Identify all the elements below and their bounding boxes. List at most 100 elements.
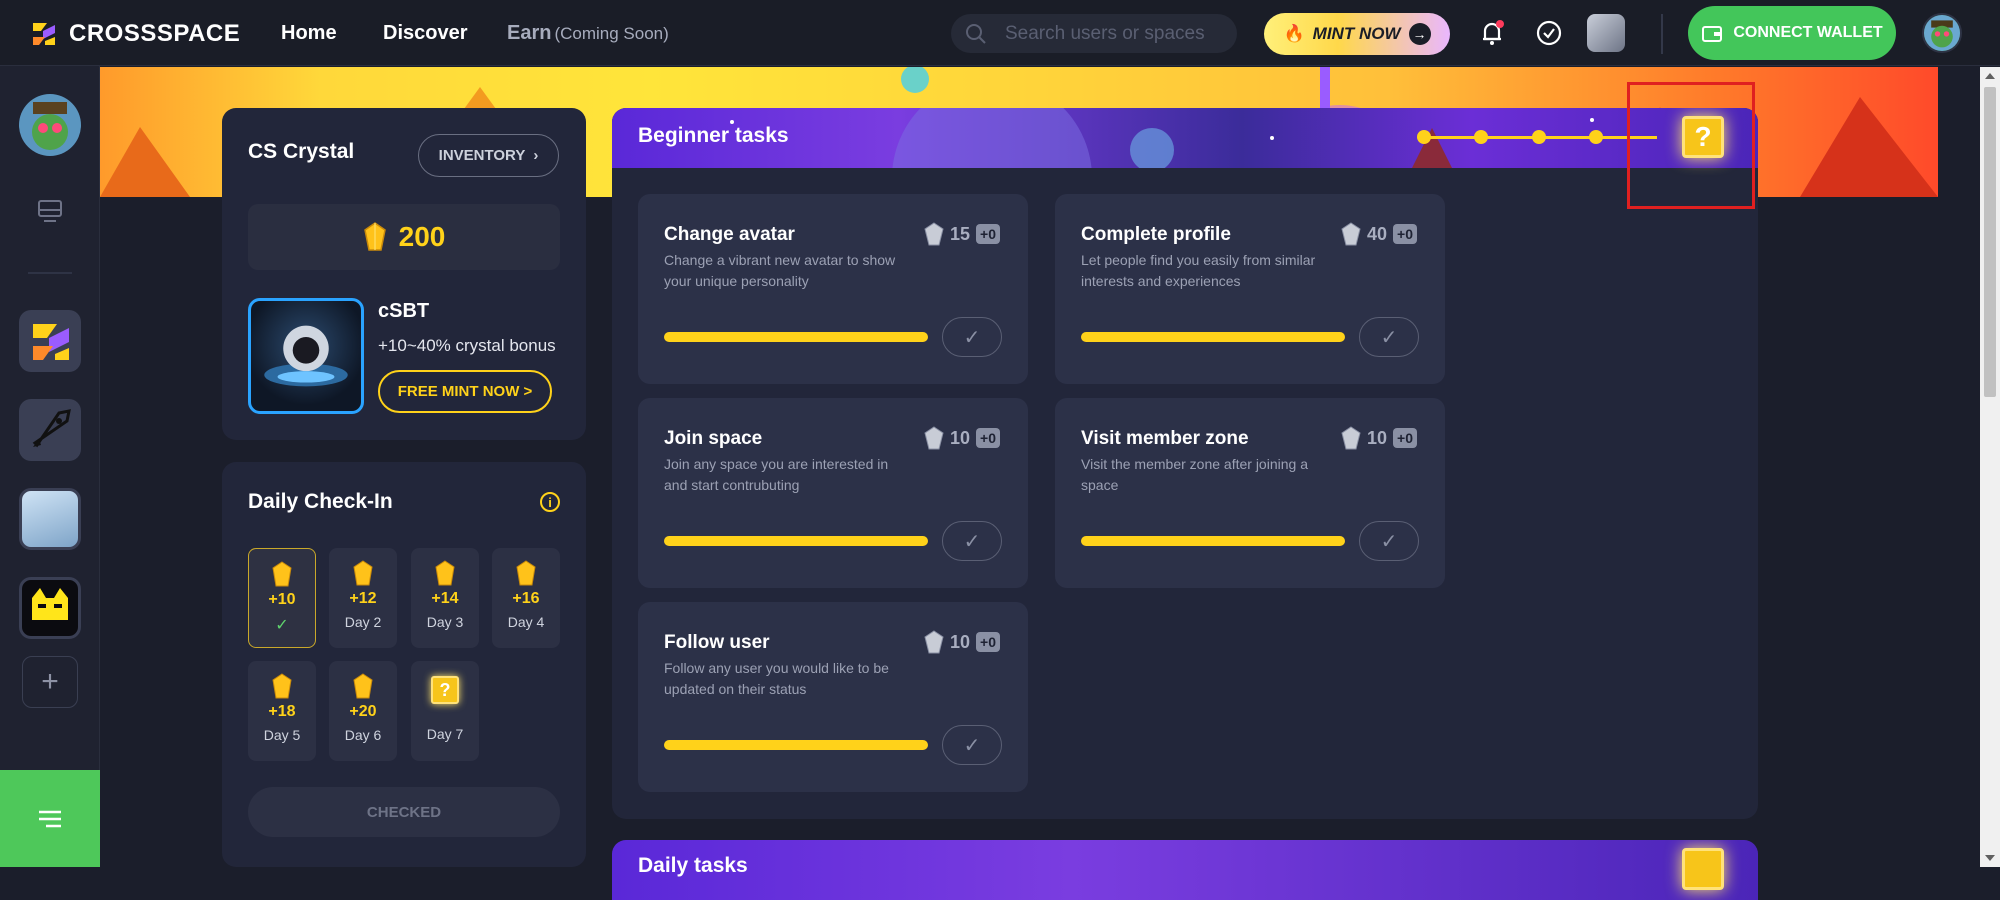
task-complete-button[interactable]: ✓: [942, 521, 1002, 561]
inventory-label: INVENTORY: [438, 147, 526, 164]
sidebar-space-sky[interactable]: [19, 488, 81, 550]
task-reward: 40 +0: [1341, 222, 1417, 246]
connect-wallet-label: CONNECT WALLET: [1733, 24, 1883, 41]
checkin-amount: +12: [349, 590, 377, 607]
sidebar-profile-avatar[interactable]: [19, 94, 81, 156]
info-icon[interactable]: i: [540, 492, 560, 512]
task-complete-button[interactable]: ✓: [942, 317, 1002, 357]
crystal-gem-icon: [435, 560, 455, 586]
task-complete-button[interactable]: ✓: [942, 725, 1002, 765]
monitor-icon[interactable]: [36, 198, 64, 224]
add-space-button[interactable]: +: [22, 656, 78, 708]
task-description: Change a vibrant new avatar to show your…: [664, 252, 896, 289]
task-progress-bar: [664, 332, 928, 342]
scrollbar-thumb[interactable]: [1984, 87, 1996, 397]
wallet-icon: [1702, 26, 1723, 42]
crossspace-logo-icon: [33, 324, 69, 360]
page-scrollbar[interactable]: [1980, 67, 2000, 867]
task-complete-button[interactable]: ✓: [1359, 521, 1419, 561]
checkin-amount: +14: [431, 590, 459, 607]
crystal-gem-icon: [272, 673, 292, 699]
bell-icon[interactable]: [1477, 18, 1507, 48]
nav-home[interactable]: Home: [281, 22, 337, 45]
sidebar-space-rocket[interactable]: [19, 399, 81, 461]
checkin-day-label: Day 2: [344, 614, 382, 630]
sidebar-space-cat[interactable]: [19, 577, 81, 639]
highlight-box: [1627, 82, 1755, 209]
astronaut-ufo-icon: [264, 325, 348, 387]
silver-crystal-icon: [1341, 426, 1361, 450]
task-description: Visit the member zone after joining a sp…: [1081, 456, 1308, 493]
menu-icon: [39, 810, 61, 827]
sidebar-space-crossspace[interactable]: [19, 310, 81, 372]
checkmark-icon: ✓: [1380, 530, 1398, 553]
daily-tasks-title: Daily tasks: [638, 854, 748, 877]
csbt-bonus: +10~40% crystal bonus: [378, 336, 556, 355]
mystery-box-icon: ?: [431, 676, 459, 704]
task-change-avatar: Change avatar Change a vibrant new avata…: [638, 194, 1028, 384]
free-mint-button[interactable]: FREE MINT NOW >: [378, 370, 552, 413]
checkin-day-label: Day 3: [426, 614, 464, 630]
cs-crystal-title: CS Crystal: [248, 140, 355, 163]
avatar-character-icon: [1924, 15, 1960, 51]
daily-checkin-card: Daily Check-In i +10 ✓ +12 Day 2 +14 Day…: [222, 462, 586, 867]
inventory-button[interactable]: INVENTORY ›: [418, 134, 559, 177]
progress-dot: [1589, 130, 1603, 144]
checkin-day-label: Day 6: [344, 727, 382, 743]
task-description: Let people find you easily from similar …: [1081, 252, 1316, 289]
nav-discover[interactable]: Discover: [383, 22, 468, 45]
scroll-up-arrow-icon[interactable]: [1985, 73, 1995, 79]
beginner-tasks-card: Beginner tasks ? Change avatar Change a …: [612, 108, 1758, 819]
checkin-day-3: +14 Day 3: [411, 548, 479, 648]
search-icon: [966, 23, 986, 44]
chevron-right-icon: ›: [533, 147, 539, 164]
checkmark-icon: ✓: [963, 530, 981, 553]
checkin-day-4: +16 Day 4: [492, 548, 560, 648]
checkin-day-label: Day 5: [263, 727, 301, 743]
task-bonus: +0: [976, 428, 1000, 448]
search-bar[interactable]: [951, 14, 1237, 53]
checked-button[interactable]: CHECKED: [248, 787, 560, 837]
cat-face-icon: [32, 588, 68, 620]
nft-avatar-icon[interactable]: [1587, 14, 1625, 52]
nav-earn-label: Earn: [507, 22, 552, 44]
scroll-down-arrow-icon[interactable]: [1985, 855, 1995, 861]
mint-now-button[interactable]: 🔥 MINT NOW →: [1264, 13, 1450, 55]
brand-logo[interactable]: CROSSSPACE: [29, 19, 240, 49]
connect-wallet-button[interactable]: CONNECT WALLET: [1688, 6, 1896, 60]
task-title: Complete profile: [1081, 224, 1231, 245]
silver-crystal-icon: [924, 222, 944, 246]
task-progress-bar: [1081, 332, 1345, 342]
arrow-right-icon: →: [1408, 23, 1431, 45]
silver-crystal-icon: [924, 426, 944, 450]
crystal-gem-icon: [353, 673, 373, 699]
task-visit-member-zone: Visit member zone Visit the member zone …: [1055, 398, 1445, 588]
sidebar-menu-button[interactable]: [0, 770, 100, 867]
user-avatar[interactable]: [1922, 13, 1962, 53]
top-bar: CROSSSPACE Home Discover Earn (Coming Soo…: [0, 0, 2000, 66]
daily-tasks-card: Daily tasks: [612, 840, 1758, 900]
mint-now-label: MINT NOW: [1312, 24, 1401, 43]
progress-dot: [1474, 130, 1488, 144]
sidebar: +: [0, 66, 100, 867]
checkin-day-2: +12 Day 2: [329, 548, 397, 648]
brand-name: CROSSSPACE: [69, 20, 241, 47]
crystal-gem-icon: [272, 561, 292, 587]
checkin-amount: +16: [512, 590, 540, 607]
task-complete-button[interactable]: ✓: [1359, 317, 1419, 357]
checkmark-icon: ✓: [1380, 326, 1398, 349]
checkin-title: Daily Check-In: [248, 490, 393, 513]
tasks-check-icon[interactable]: [1534, 18, 1564, 48]
task-bonus: +0: [976, 224, 1000, 244]
crystal-gem-icon: [363, 222, 386, 251]
crystal-gem-icon: [353, 560, 373, 586]
task-progress-bar: [664, 740, 928, 750]
nav-earn[interactable]: Earn (Coming Soon): [507, 22, 669, 45]
task-reward-amount: 40: [1367, 223, 1388, 244]
checkin-day-label: Day 7: [426, 726, 464, 742]
search-input[interactable]: [1005, 22, 1225, 45]
beginner-tasks-header: Beginner tasks ?: [612, 108, 1758, 168]
task-reward-amount: 10: [950, 631, 971, 652]
mystery-box-icon[interactable]: [1682, 848, 1724, 890]
checkmark-icon: ✓: [963, 326, 981, 349]
